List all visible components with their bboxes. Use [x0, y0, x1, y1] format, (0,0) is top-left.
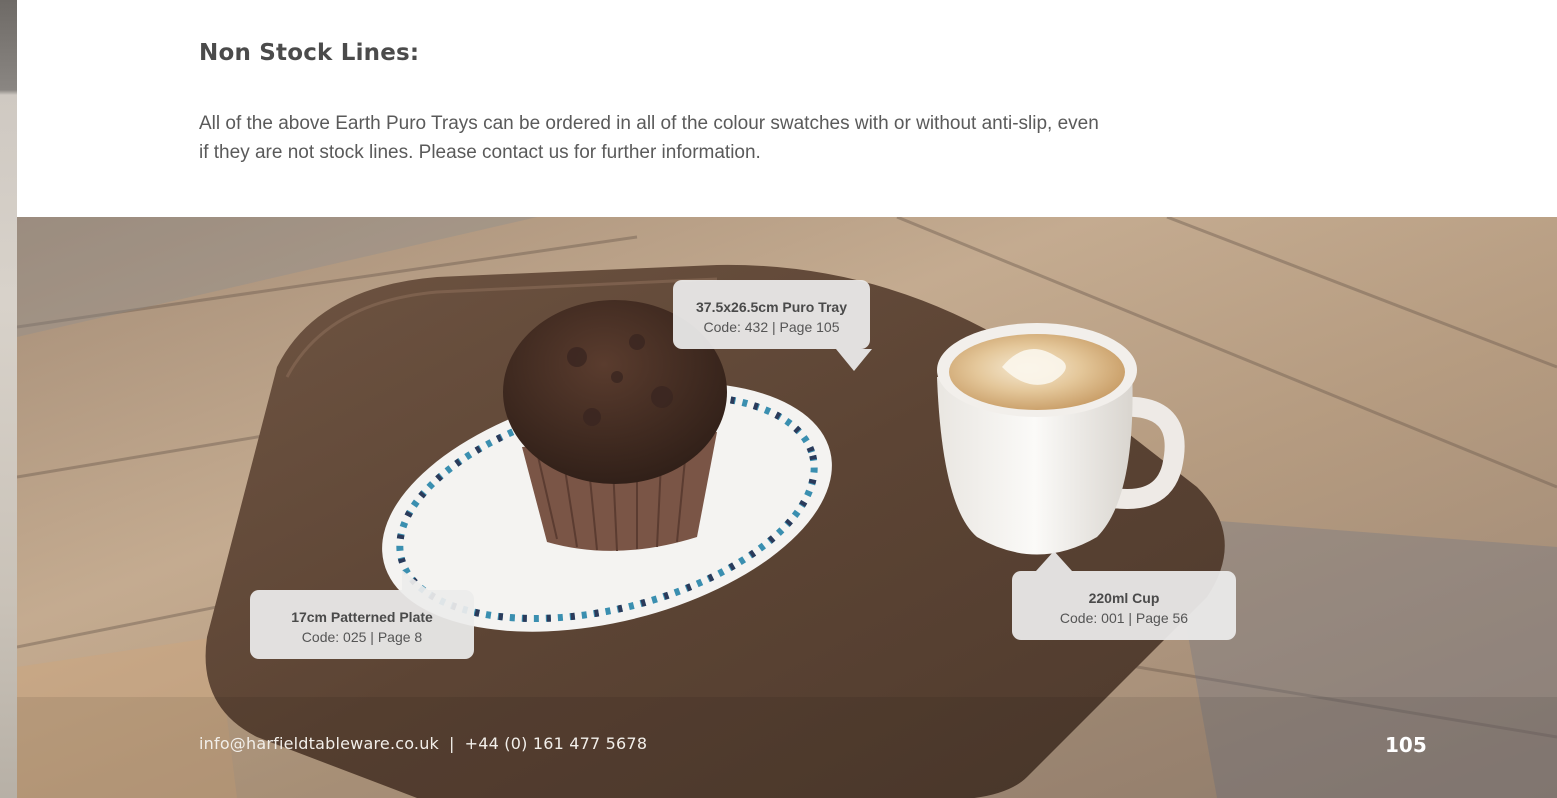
left-page-edge — [0, 0, 17, 798]
cup-callout-code: Code: 001 | Page 56 — [1059, 610, 1189, 626]
footer-phone[interactable]: +44 (0) 161 477 5678 — [465, 734, 648, 753]
footer-email[interactable]: info@harfieldtableware.co.uk — [199, 734, 439, 753]
plate-callout-title: 17cm Patterned Plate — [291, 609, 433, 625]
plate-callout: 17cm Patterned Plate Code: 025 | Page 8 — [250, 570, 474, 659]
plate-callout-code: Code: 025 | Page 8 — [301, 629, 423, 645]
section-heading: Non Stock Lines: — [199, 40, 420, 66]
tray-callout-code: Code: 432 | Page 105 — [703, 319, 840, 335]
footer-separator: | — [449, 734, 455, 753]
tray-callout-title: 37.5x26.5cm Puro Tray — [696, 299, 847, 315]
page-number: 105 — [1385, 733, 1427, 757]
cup-callout-title: 220ml Cup — [1088, 590, 1160, 606]
cup-callout: 220ml Cup Code: 001 | Page 56 — [1012, 551, 1236, 640]
footer-contact: info@harfieldtableware.co.uk | +44 (0) 161… — [199, 734, 647, 753]
tray-callout: 37.5x26.5cm Puro Tray Code: 432 | Page 1… — [673, 280, 872, 371]
section-paragraph: All of the above Earth Puro Trays can be… — [199, 113, 1099, 163]
